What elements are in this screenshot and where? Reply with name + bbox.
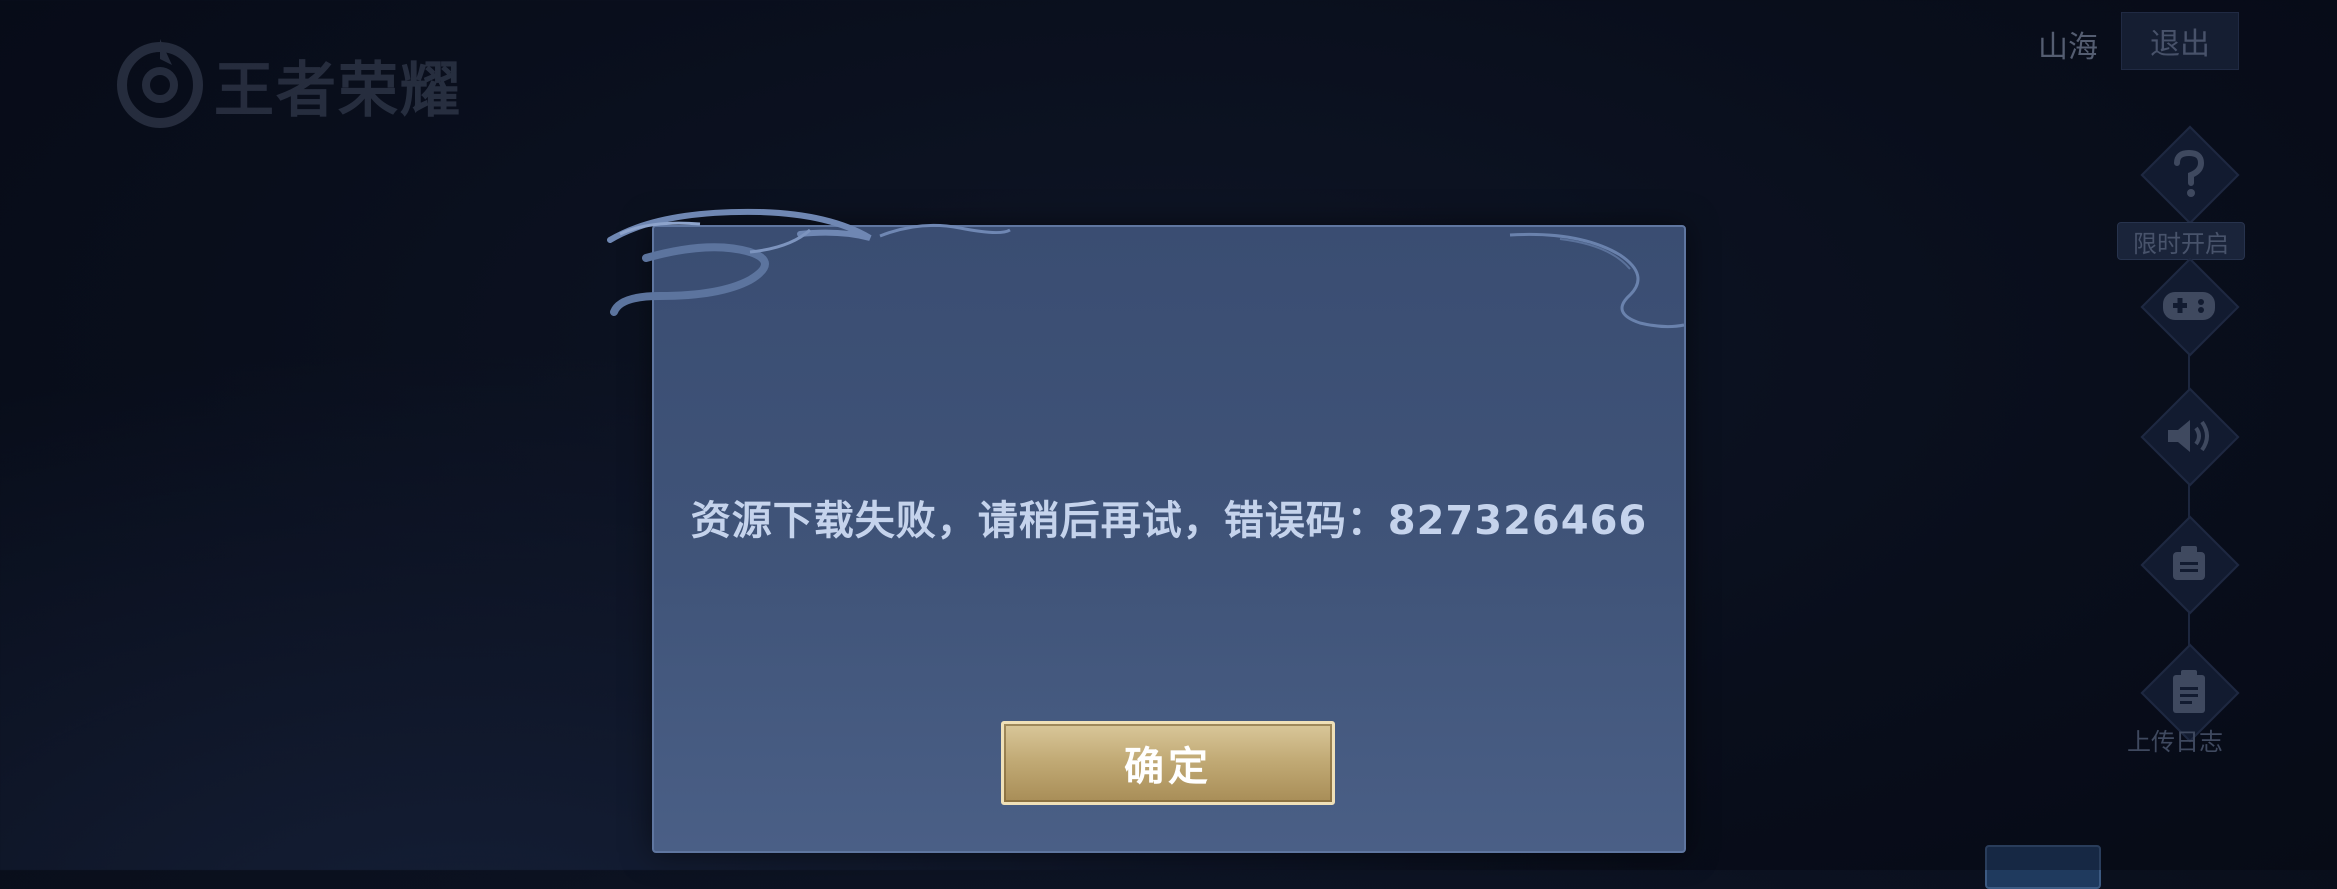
cloud-ornament-icon [607, 208, 1011, 316]
error-message: 资源下载失败，请稍后再试，错误码：827326466 [690, 498, 1648, 544]
confirm-button[interactable]: 确定 [1001, 721, 1335, 805]
wave-ornament-icon [1509, 232, 1685, 329]
